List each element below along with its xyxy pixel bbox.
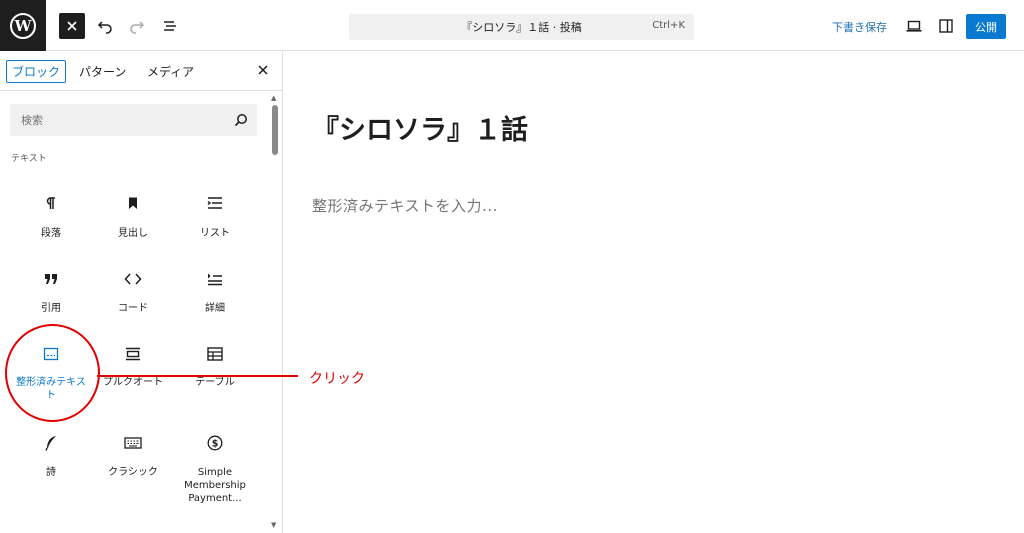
close-icon [258,65,268,75]
block-label: コード [118,303,148,314]
undo-button[interactable] [92,13,118,39]
block-quote[interactable]: 引用 [10,263,92,323]
close-inserter-button[interactable] [59,13,85,39]
search-icon [234,114,247,127]
preview-button[interactable] [901,13,927,39]
editor-canvas: 『シロソラ』１話 整形済みテキストを入力... [284,51,1024,533]
block-label: 詳細 [205,303,225,314]
feather-icon [41,433,61,453]
wordpress-logo-button[interactable]: W [0,0,46,51]
block-search [10,104,257,136]
document-title: 『シロソラ』１話 · 投稿 [461,21,582,34]
scroll-thumb[interactable] [272,105,278,155]
pullquote-icon [123,344,143,364]
block-label: クラシック [108,467,158,478]
category-title: テキスト [11,154,47,164]
tab-media[interactable]: メディア [147,63,194,80]
undo-icon [97,21,112,34]
dollar-icon: $ [205,433,225,453]
sidebar-icon [939,19,953,33]
redo-icon [130,21,145,34]
settings-sidebar-button[interactable] [933,13,959,39]
document-bar[interactable]: 『シロソラ』１話 · 投稿 Ctrl+K [349,14,694,40]
block-inserter-panel: ブロック パターン メディア テキスト 段落 見出し リスト [0,51,283,533]
block-label: Simple Membership Payment... [184,467,246,504]
block-code[interactable]: コード [92,263,174,323]
close-icon [67,21,77,31]
block-label: 詩 [46,467,56,478]
scroll-up-arrow[interactable]: ▲ [271,94,276,102]
editor-header: W 『シロソラ』１話 · 投稿 Ctrl+K 下書き保存 公開 [0,0,1024,51]
tab-blocks[interactable]: ブロック [6,60,67,83]
publish-button[interactable]: 公開 [966,14,1006,39]
block-classic[interactable]: クラシック [92,431,174,491]
list-view-icon [164,21,176,31]
command-shortcut: Ctrl+K [652,20,685,31]
post-title[interactable]: 『シロソラ』１話 [312,108,528,147]
block-label: リスト [200,228,230,239]
list-icon [205,193,225,213]
svg-text:$: $ [212,439,219,450]
tab-patterns[interactable]: パターン [79,63,126,80]
block-label: 見出し [118,228,148,239]
svg-text:W: W [14,17,33,35]
details-icon [205,269,225,289]
block-label: プルクオート [103,377,163,388]
annotation-circle [5,324,100,422]
block-details[interactable]: 詳細 [174,263,256,323]
block-label: 段落 [41,228,61,239]
document-overview-button[interactable] [157,13,183,39]
laptop-icon [906,20,922,32]
block-paragraph[interactable]: 段落 [10,186,92,246]
block-verse[interactable]: 詩 [10,431,92,491]
code-icon [123,269,143,289]
paragraph-icon [41,193,61,213]
search-input[interactable] [10,104,230,136]
close-panel-button[interactable] [255,62,271,78]
table-icon [205,344,225,364]
preformatted-block-placeholder[interactable]: 整形済みテキストを入力... [312,195,498,216]
block-pullquote[interactable]: プルクオート [92,341,174,407]
block-simple-membership-payment[interactable]: $ Simple Membership Payment... [174,431,256,511]
block-list[interactable]: リスト [174,186,256,246]
quote-icon [41,269,61,289]
block-label: テーブル [195,377,235,388]
block-heading[interactable]: 見出し [92,186,174,246]
wordpress-icon: W [10,12,36,39]
redo-button[interactable] [124,13,150,39]
annotation-label: クリック [309,371,365,387]
inserter-tabs: ブロック パターン メディア [0,51,282,91]
keyboard-icon [123,433,143,453]
panel-scrollbar[interactable]: ▲ ▼ [270,94,280,533]
bookmark-icon [123,193,143,213]
block-label: 引用 [41,303,61,314]
scroll-down-arrow[interactable]: ▼ [271,521,276,529]
block-table[interactable]: テーブル [174,341,256,407]
annotation-line [97,375,298,377]
save-draft-button[interactable]: 下書き保存 [832,19,887,35]
